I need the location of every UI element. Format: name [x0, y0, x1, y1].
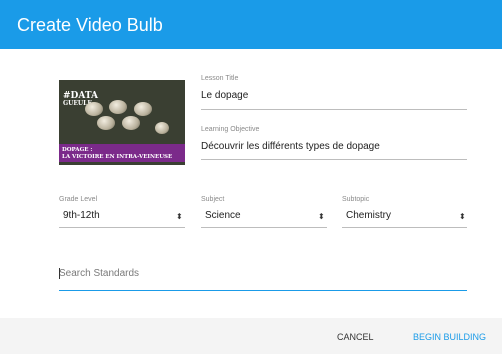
- learning-objective-underline: [201, 159, 467, 160]
- subtopic-select[interactable]: Chemistry: [346, 209, 391, 222]
- thumbnail-caption-line2: LA VICTOIRE EN INTRA-VEINEUSE: [62, 154, 173, 160]
- select-arrows-icon[interactable]: ⬍: [176, 212, 183, 221]
- grade-level-label: Grade Level: [59, 196, 98, 203]
- subtopic-label: Subtopic: [342, 196, 370, 203]
- subject-underline: [201, 227, 327, 228]
- video-thumbnail[interactable]: #DATA GUEULE DOPAGE : LA VICTOIRE EN INT…: [59, 80, 185, 165]
- thumbnail-caption: DOPAGE : LA VICTOIRE EN INTRA-VEINEUSE: [59, 144, 185, 162]
- thumbnail-caption-line1: DOPAGE :: [62, 147, 93, 153]
- pill-icon: [85, 102, 103, 116]
- pill-icon: [109, 100, 127, 114]
- learning-objective-label: Learning Objective: [201, 126, 260, 133]
- pill-icon: [122, 116, 140, 130]
- cancel-button[interactable]: CANCEL: [337, 332, 374, 343]
- lesson-title-underline: [201, 109, 467, 110]
- select-arrows-icon[interactable]: ⬍: [459, 212, 466, 221]
- subtopic-underline: [342, 227, 467, 228]
- grade-level-underline: [59, 227, 185, 228]
- subject-select[interactable]: Science: [205, 209, 241, 222]
- dialog-header: Create Video Bulb: [0, 0, 502, 49]
- search-underline: [59, 290, 467, 291]
- text-caret: [59, 268, 60, 279]
- dialog-title: Create Video Bulb: [17, 15, 163, 35]
- learning-objective-input[interactable]: Découvrir les différents types de dopage: [201, 140, 380, 153]
- pill-icon: [134, 102, 152, 116]
- grade-level-select[interactable]: 9th-12th: [63, 209, 100, 222]
- pill-icon: [97, 116, 115, 130]
- search-standards-input[interactable]: [59, 263, 467, 283]
- select-arrows-icon[interactable]: ⬍: [318, 212, 325, 221]
- lesson-title-label: Lesson Title: [201, 75, 239, 82]
- subject-label: Subject: [201, 196, 225, 203]
- pill-icon: [155, 122, 169, 134]
- lesson-title-input[interactable]: Le dopage: [201, 89, 248, 102]
- begin-building-button[interactable]: BEGIN BUILDING: [413, 332, 486, 343]
